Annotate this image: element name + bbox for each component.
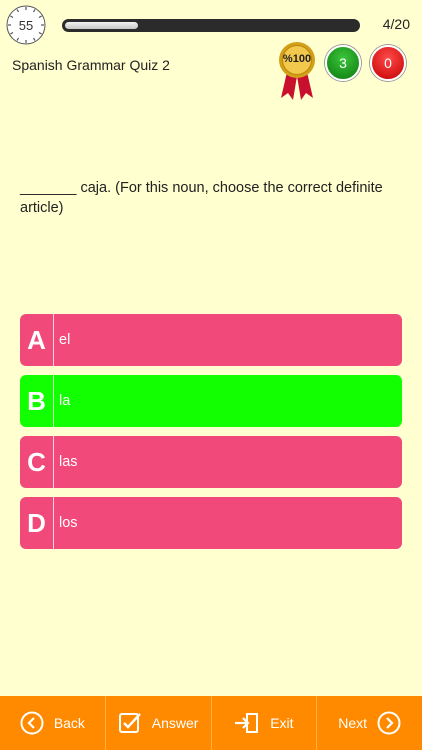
next-button[interactable]: Next xyxy=(317,696,422,750)
exit-label: Exit xyxy=(270,715,294,731)
back-label: Back xyxy=(53,715,85,731)
back-button[interactable]: Back xyxy=(0,696,106,750)
exit-button[interactable]: Exit xyxy=(212,696,318,750)
exit-icon xyxy=(235,713,259,733)
correct-count-badge: 3 xyxy=(325,45,361,81)
option-letter: B xyxy=(20,375,54,427)
answer-label: Answer xyxy=(151,715,199,731)
option-text: las xyxy=(59,454,78,470)
option-letter: C xyxy=(20,436,54,488)
option-d[interactable]: D los xyxy=(20,497,402,549)
chevron-right-circle-icon xyxy=(377,711,401,735)
bottom-toolbar: Back Answer Exit Next xyxy=(0,696,422,750)
question-counter: 4/20 xyxy=(382,16,410,32)
quiz-title: Spanish Grammar Quiz 2 xyxy=(12,57,170,73)
option-text: la xyxy=(59,393,71,409)
timer-value: 55 xyxy=(18,17,34,33)
question-text: _______ caja. (For this noun, choose the… xyxy=(20,180,383,216)
medal-label: %100 xyxy=(282,53,312,65)
option-text: los xyxy=(59,515,78,531)
medal-icon xyxy=(279,42,315,100)
progress-bar xyxy=(62,19,360,32)
checkbox-icon xyxy=(118,713,141,733)
option-letter: A xyxy=(20,314,54,366)
option-text: el xyxy=(59,332,71,348)
option-b[interactable]: B la xyxy=(20,375,402,427)
option-letter: D xyxy=(20,497,54,549)
option-a[interactable]: A el xyxy=(20,314,402,366)
answer-options: A el B la C las D los xyxy=(20,314,402,558)
option-c[interactable]: C las xyxy=(20,436,402,488)
next-label: Next xyxy=(338,715,368,731)
chevron-left-circle-icon xyxy=(20,711,44,735)
answer-button[interactable]: Answer xyxy=(106,696,212,750)
wrong-count-badge: 0 xyxy=(370,45,406,81)
progress-fill xyxy=(65,22,138,29)
